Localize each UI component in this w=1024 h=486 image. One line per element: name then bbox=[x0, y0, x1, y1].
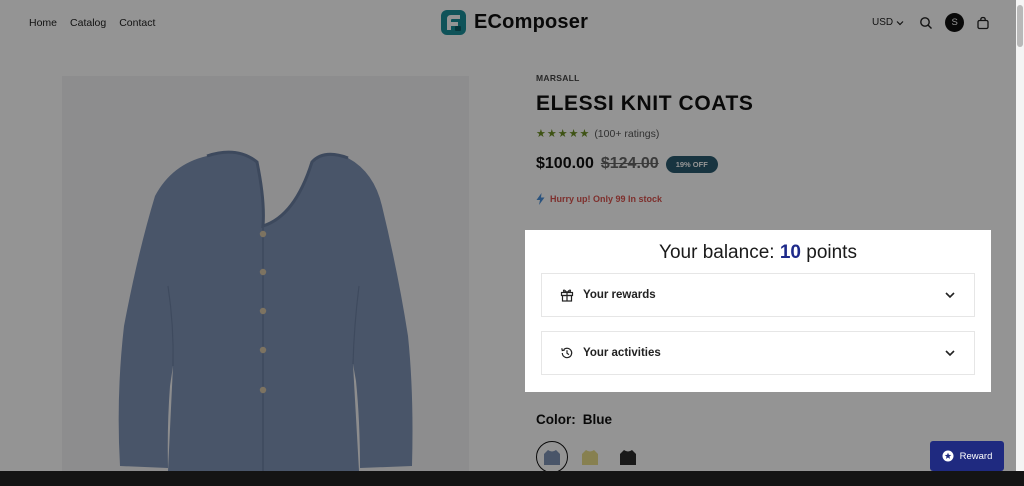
scrollbar-thumb[interactable] bbox=[1017, 5, 1023, 47]
star-coin-icon bbox=[942, 450, 954, 462]
activities-accordion[interactable]: Your activities bbox=[541, 331, 975, 375]
chevron-down-icon bbox=[945, 292, 955, 299]
bottom-bar bbox=[0, 471, 1024, 486]
activities-label: Your activities bbox=[583, 347, 661, 359]
balance-points: 10 bbox=[779, 242, 801, 263]
balance-suffix: points bbox=[806, 242, 857, 263]
chevron-down-icon bbox=[945, 350, 955, 357]
loyalty-panel: Your balance: 10 points Your rewards You… bbox=[525, 230, 991, 392]
points-balance: Your balance: 10 points bbox=[525, 242, 991, 264]
reward-launcher-button[interactable]: Reward bbox=[930, 441, 1004, 471]
history-icon bbox=[561, 347, 573, 359]
balance-prefix: Your balance: bbox=[659, 242, 775, 263]
rewards-accordion[interactable]: Your rewards bbox=[541, 273, 975, 317]
gift-icon bbox=[560, 289, 574, 302]
page-scrollbar[interactable] bbox=[1016, 0, 1024, 486]
reward-button-label: Reward bbox=[959, 450, 993, 462]
rewards-label: Your rewards bbox=[583, 289, 656, 301]
